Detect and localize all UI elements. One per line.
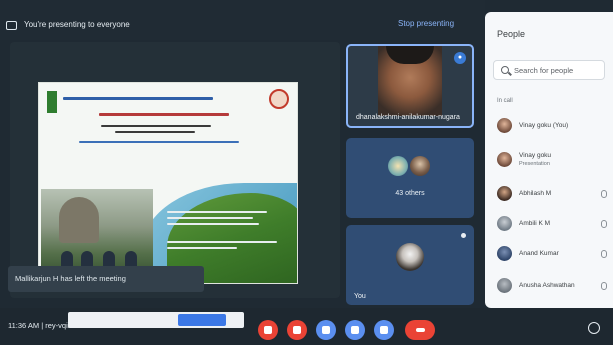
- participant-tile-speaker[interactable]: ● dhanalakshmi-anilakumar-nugara: [346, 44, 474, 128]
- avatar: [497, 216, 512, 231]
- slide-caption-line: [167, 211, 267, 213]
- mic-icon: [601, 190, 607, 198]
- participant-list-item[interactable]: Ambili K M: [493, 210, 613, 238]
- captions-button[interactable]: [316, 320, 336, 340]
- present-screen-icon: [6, 21, 17, 30]
- participant-list-item[interactable]: Anand Kumar: [493, 240, 613, 268]
- participant-name: dhanalakshmi-anilakumar-nugara: [356, 114, 460, 121]
- avatar: [410, 156, 430, 176]
- self-name-label: You: [354, 293, 366, 300]
- slide-emblem-right: [269, 89, 289, 109]
- avatar: [497, 186, 512, 201]
- more-vert-icon: [380, 326, 388, 334]
- slide-logo-left: [47, 91, 57, 113]
- top-bar: You're presenting to everyone Stop prese…: [0, 0, 485, 40]
- slide-title-line: [99, 113, 229, 116]
- others-count-label: 43 others: [395, 190, 425, 197]
- search-icon: [501, 66, 509, 74]
- participant-name: Vinay goku: [519, 152, 552, 159]
- slide-caption-line: [167, 223, 259, 225]
- people-panel-title: People: [497, 29, 526, 39]
- notification-text: Mallikarjun H has left the meeting: [15, 274, 126, 283]
- slide-subtitle-line: [115, 131, 195, 133]
- more-options-icon[interactable]: [461, 233, 466, 238]
- presenting-chip: [68, 312, 244, 328]
- slide-caption-line: [167, 247, 237, 249]
- slide-caption-line: [167, 241, 277, 243]
- meeting-info-icon[interactable]: [588, 322, 600, 334]
- participant-name: Anand Kumar: [519, 250, 559, 257]
- photo-rock: [59, 197, 99, 243]
- slide-heading-line: [63, 97, 213, 100]
- camera-toggle-button[interactable]: [287, 320, 307, 340]
- end-call-icon: [416, 328, 425, 332]
- participant-name: Abhilash M: [519, 190, 552, 197]
- captions-icon: [322, 326, 330, 334]
- mic-icon: [601, 250, 607, 258]
- slide-date-line: [101, 125, 211, 127]
- slide-caption-line: [167, 217, 253, 219]
- participant-list-item[interactable]: Vinay goku (You): [493, 112, 613, 140]
- in-call-section-label: In call: [497, 98, 513, 104]
- avatar: [497, 246, 512, 261]
- stop-presenting-button[interactable]: Stop presenting: [398, 19, 454, 28]
- speaking-indicator-icon: ●: [454, 52, 466, 64]
- mic-off-icon: [264, 326, 272, 334]
- present-now-button[interactable]: [345, 320, 365, 340]
- presenting-status-text: You're presenting to everyone: [24, 20, 130, 29]
- present-icon: [351, 326, 359, 334]
- shared-slide: [38, 82, 298, 284]
- mic-toggle-button[interactable]: [258, 320, 278, 340]
- avatar: [497, 278, 512, 293]
- more-options-button[interactable]: [374, 320, 394, 340]
- left-meeting-notification: Mallikarjun H has left the meeting: [8, 266, 204, 292]
- people-panel: People In call Vinay goku (You) Vinay go…: [485, 12, 613, 308]
- participant-list-item[interactable]: Vinay goku Presentation: [493, 146, 613, 174]
- participant-name: Ambili K M: [519, 220, 551, 227]
- participant-subtitle: Presentation: [519, 161, 550, 167]
- participant-name: Anusha Ashwathan: [519, 282, 575, 289]
- slide-detail-line: [79, 141, 239, 143]
- participant-tile-self[interactable]: You: [346, 225, 474, 305]
- presenting-chip-button[interactable]: [178, 314, 226, 326]
- leave-call-button[interactable]: [405, 320, 435, 340]
- mic-icon: [601, 282, 607, 290]
- avatar: [497, 118, 512, 133]
- participant-list-item[interactable]: Abhilash M: [493, 180, 613, 208]
- mic-icon: [601, 220, 607, 228]
- avatar: [497, 152, 512, 167]
- presentation-stage: [10, 42, 340, 298]
- search-input[interactable]: [514, 63, 602, 77]
- participant-name: Vinay goku (You): [519, 122, 569, 129]
- people-search-box[interactable]: [493, 60, 605, 80]
- camera-off-icon: [293, 326, 301, 334]
- participant-tile-others[interactable]: 43 others: [346, 138, 474, 218]
- avatar: [388, 156, 408, 176]
- self-avatar: [396, 243, 424, 271]
- participant-list-item[interactable]: Anusha Ashwathan: [493, 272, 613, 300]
